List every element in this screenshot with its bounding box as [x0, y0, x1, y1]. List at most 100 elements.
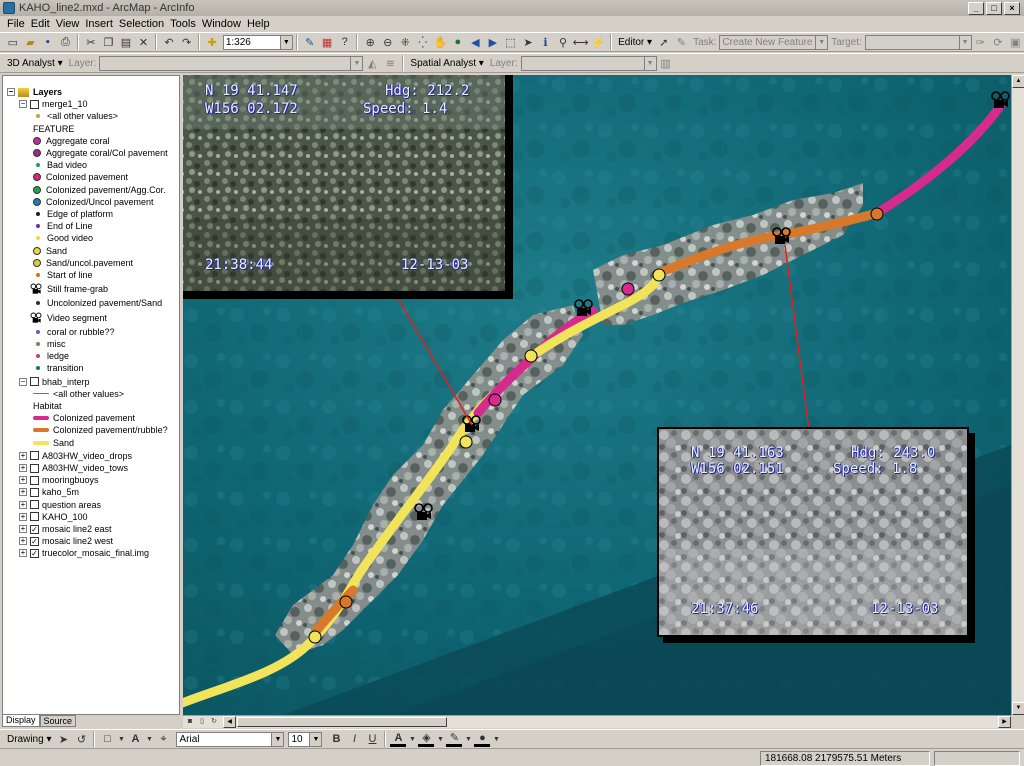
expand-icon[interactable]: +	[19, 525, 27, 533]
layer-checkbox[interactable]	[30, 475, 39, 485]
map-horizontal-scrollbar[interactable]: ◙ ▯ ↻ ◀ ▶	[183, 715, 1011, 728]
layout-view-icon[interactable]: ▯	[197, 717, 207, 727]
rotate-icon[interactable]: ↺	[73, 731, 89, 747]
paste-icon[interactable]: ▤	[118, 34, 134, 50]
full-extent-icon[interactable]: ●	[450, 34, 466, 50]
scroll-left-icon[interactable]: ◀	[223, 716, 236, 728]
point-rubble[interactable]	[870, 207, 884, 221]
chevron-down-icon[interactable]: ▼	[309, 732, 322, 746]
close-button[interactable]: ×	[1004, 1, 1020, 15]
toc-layer-merge1_10[interactable]: − merge1_10	[19, 98, 88, 110]
map-view[interactable]: N 19 41.147 W156 02.172 Hdg: 212.2 Speed…	[183, 75, 1011, 715]
expand-icon[interactable]: +	[19, 512, 27, 521]
scroll-thumb[interactable]	[237, 717, 447, 727]
text-tool-icon[interactable]: A	[127, 731, 143, 747]
text-dropdown-icon[interactable]: ▼	[145, 731, 153, 747]
chevron-down-icon[interactable]: ▼	[643, 56, 656, 70]
expand-icon[interactable]: +	[19, 549, 27, 558]
tab-source[interactable]: Source	[39, 715, 77, 727]
zoom-out-icon[interactable]: ⊖	[380, 34, 396, 50]
save-icon[interactable]: ▪	[40, 34, 56, 50]
select-elements-arrow-icon[interactable]: ➤	[55, 731, 71, 747]
scroll-down-icon[interactable]: ▼	[1012, 702, 1024, 715]
point-rubble[interactable]	[339, 595, 353, 609]
tab-display[interactable]: Display	[2, 715, 40, 727]
hyperlink-icon[interactable]: ⚡	[591, 34, 607, 50]
task-combo[interactable]: Create New Feature ▼	[719, 34, 829, 50]
3d-layer-combo[interactable]: ▼	[99, 55, 364, 71]
back-extent-icon[interactable]: ◀	[468, 34, 484, 50]
toc-layer-row[interactable]: + ✓ mosaic line2 west	[19, 535, 113, 547]
editor-menu[interactable]: Editor ▾	[618, 37, 652, 48]
font-combo[interactable]: Arial ▼	[176, 731, 285, 747]
layer-checkbox[interactable]	[30, 377, 39, 387]
toc-layer-row[interactable]: + A803HW_video_drops	[19, 450, 132, 462]
new-document-icon[interactable]: ▭	[5, 34, 21, 50]
toc-layer-row[interactable]: + KAHO_100	[19, 511, 88, 523]
histogram-icon[interactable]: ▥	[658, 55, 674, 71]
collapse-icon[interactable]: −	[7, 88, 15, 96]
layer-checkbox[interactable]	[30, 487, 39, 497]
layer-checkbox[interactable]: ✓	[30, 524, 39, 534]
redo-icon[interactable]: ↷	[179, 34, 195, 50]
marker-color-dropdown-icon[interactable]: ▼	[492, 731, 500, 747]
toc-layer-bhab_interp[interactable]: − bhab_interp	[19, 376, 90, 388]
video-still-frame-2[interactable]: N 19 41.163 W156 02.151 Hdg: 243.0 Speed…	[657, 427, 969, 637]
pan-icon[interactable]: ✋	[433, 34, 449, 50]
point-sand[interactable]	[524, 349, 538, 363]
bold-button[interactable]: B	[328, 731, 344, 747]
identify-icon[interactable]: ℹ	[538, 34, 554, 50]
minimize-button[interactable]: _	[968, 1, 984, 15]
whats-this-icon[interactable]: ?	[337, 34, 353, 50]
font-color-dropdown-icon[interactable]: ▼	[408, 731, 416, 747]
fixed-zoom-out-icon[interactable]: ⁛	[415, 34, 431, 50]
menu-file[interactable]: File	[4, 18, 28, 30]
cut-icon[interactable]: ✂	[83, 34, 99, 50]
layer-checkbox[interactable]	[30, 512, 39, 522]
create-tin-icon[interactable]: ◭	[364, 55, 380, 71]
chevron-down-icon[interactable]: ▼	[279, 35, 292, 49]
arctoolbox-icon[interactable]: ▦	[319, 34, 335, 50]
toc-layer-row[interactable]: + ✓ mosaic line2 east	[19, 523, 112, 535]
marker-color-icon[interactable]: ●	[474, 731, 491, 747]
zoom-in-icon[interactable]: ⊕	[362, 34, 378, 50]
sketch-tool-icon[interactable]: ✎	[674, 34, 690, 50]
menu-selection[interactable]: Selection	[116, 18, 167, 30]
toc-root-layers[interactable]: − Layers	[7, 86, 62, 98]
expand-icon[interactable]: +	[19, 488, 27, 497]
map-vertical-scrollbar[interactable]: ▲ ▼	[1011, 75, 1024, 715]
open-folder-icon[interactable]: ▰	[23, 34, 39, 50]
point-colonized[interactable]	[621, 282, 635, 296]
toc-layer-row[interactable]: + A803HW_video_tows	[19, 462, 128, 474]
delete-icon[interactable]: ✕	[136, 34, 152, 50]
underline-button[interactable]: U	[364, 731, 380, 747]
fixed-zoom-in-icon[interactable]: ⁜	[397, 34, 413, 50]
attributes-icon[interactable]: ▣	[1008, 34, 1024, 50]
chevron-down-icon[interactable]: ▼	[271, 732, 284, 746]
expand-icon[interactable]: +	[19, 476, 27, 485]
expand-icon[interactable]: +	[19, 464, 27, 472]
collapse-icon[interactable]: −	[19, 100, 27, 109]
spatial-analyst-menu[interactable]: Spatial Analyst ▾	[410, 58, 483, 69]
chevron-down-icon[interactable]: ▼	[958, 35, 971, 49]
3d-analyst-menu[interactable]: 3D Analyst ▾	[7, 58, 63, 69]
select-elements-icon[interactable]: ➤	[520, 34, 536, 50]
shape-dropdown-icon[interactable]: ▼	[117, 731, 125, 747]
menu-window[interactable]: Window	[199, 18, 244, 30]
line-color-icon[interactable]: ✎	[446, 731, 463, 747]
find-icon[interactable]: ⚲	[555, 34, 571, 50]
collapse-icon[interactable]: −	[19, 377, 27, 386]
italic-button[interactable]: I	[346, 731, 362, 747]
point-sand[interactable]	[308, 630, 322, 644]
chevron-down-icon[interactable]: ▼	[350, 56, 363, 70]
chevron-down-icon[interactable]: ▼	[815, 35, 828, 49]
point-sand[interactable]	[459, 435, 473, 449]
layer-checkbox[interactable]	[30, 451, 39, 461]
toc-layer-row[interactable]: + mooringbuoys	[19, 474, 99, 486]
fill-color-icon[interactable]: ◈	[418, 731, 435, 747]
toc-layer-row[interactable]: + question areas	[19, 499, 101, 511]
point-colonized[interactable]	[488, 393, 502, 407]
expand-icon[interactable]: +	[19, 537, 27, 546]
menu-help[interactable]: Help	[244, 18, 273, 30]
layer-checkbox[interactable]	[30, 99, 39, 109]
